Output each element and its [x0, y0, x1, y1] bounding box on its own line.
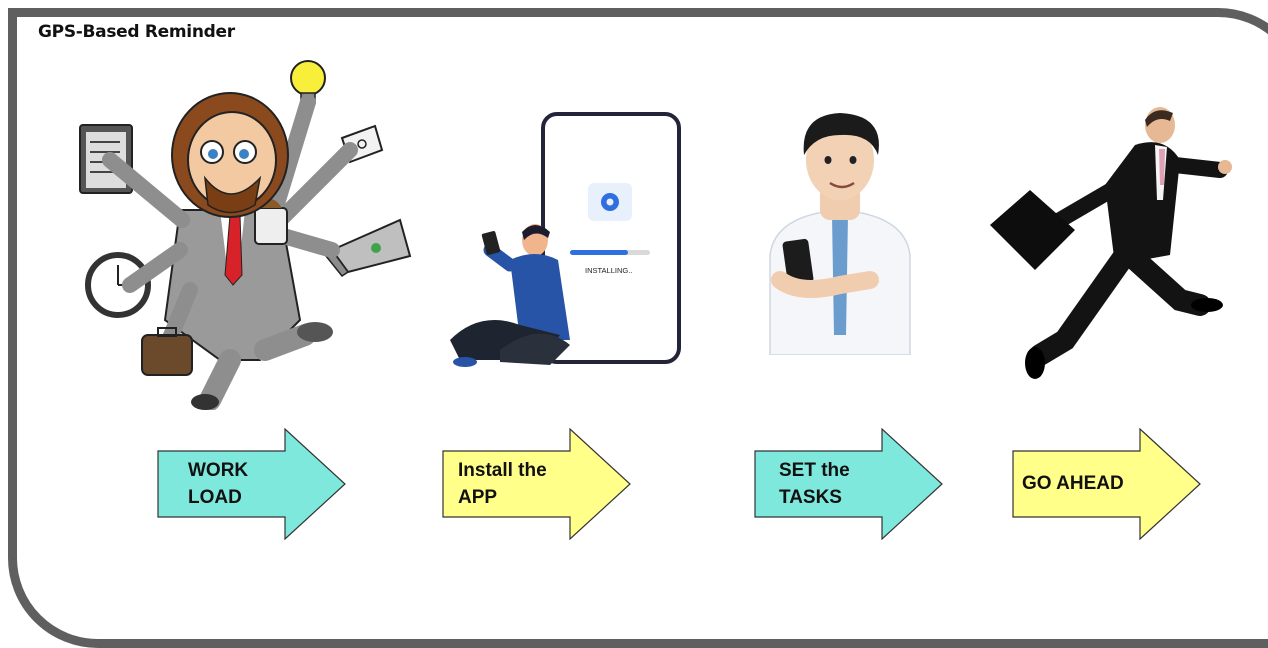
step-arrow-go-ahead: GO AHEAD	[1012, 428, 1202, 540]
briefcase-icon	[141, 327, 193, 376]
step-arrow-install: Install the APP	[442, 428, 632, 540]
step-arrow-set-tasks: SET the TASKS	[754, 428, 944, 540]
workload-illustration	[79, 60, 412, 410]
installing-status: INSTALLING..	[585, 266, 632, 275]
diagram-title: GPS-Based Reminder	[38, 22, 235, 42]
step-label-workload: WORK LOAD	[188, 460, 249, 508]
arrow-shape	[157, 428, 346, 540]
step-label-go-ahead: GO AHEAD	[1022, 473, 1124, 494]
set-tasks-illustration	[769, 113, 911, 355]
step-arrow-workload: WORK LOAD	[157, 428, 347, 540]
install-illustration: INSTALLING..	[450, 112, 681, 367]
step-label-install: Install the APP	[458, 460, 547, 508]
briefcase-icon	[990, 190, 1075, 270]
step-label-set-tasks: SET the TASKS	[779, 460, 850, 508]
go-ahead-illustration	[990, 107, 1232, 379]
